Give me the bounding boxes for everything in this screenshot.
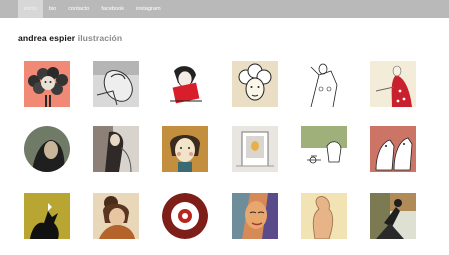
top-navigation-bar: inicio bio contacto facebook instagram xyxy=(0,0,449,18)
red-book-illustration xyxy=(162,61,208,107)
site-title[interactable]: andrea espier ilustración xyxy=(18,33,122,43)
nav-item-instagram[interactable]: instagram xyxy=(130,0,167,18)
hair-bun-illustration xyxy=(93,193,139,239)
gallery-tile-hair-bun[interactable] xyxy=(93,193,139,239)
wolf-silhouette-illustration xyxy=(24,193,70,239)
line-figure-illustration xyxy=(301,61,347,107)
gallery-tile-red-dress[interactable] xyxy=(370,61,416,107)
round-portrait-illustration xyxy=(24,126,70,172)
curly-hair-illustration xyxy=(232,61,278,107)
gallery-tile-wolf-silhouette[interactable] xyxy=(24,193,70,239)
dog-couple-illustration xyxy=(370,126,416,172)
green-room-illustration xyxy=(301,126,347,172)
nav-item-inicio[interactable]: inicio xyxy=(18,0,43,18)
gallery-tile-green-room[interactable] xyxy=(301,126,347,172)
gallery-tile-line-figure[interactable] xyxy=(301,61,347,107)
gallery-tile-rider-collage[interactable] xyxy=(370,193,416,239)
nav-item-bio[interactable]: bio xyxy=(43,0,62,18)
rider-collage-illustration xyxy=(370,193,416,239)
balloons-illustration xyxy=(24,61,70,107)
red-dress-illustration xyxy=(370,61,416,107)
gallery-tile-target-circle[interactable] xyxy=(162,193,208,239)
gallery-tile-dog-couple[interactable] xyxy=(370,126,416,172)
gallery-tile-girl-portrait[interactable] xyxy=(162,126,208,172)
colorful-face-illustration xyxy=(232,193,278,239)
girl-portrait-illustration xyxy=(162,126,208,172)
gallery-tile-nude-figure[interactable] xyxy=(301,193,347,239)
gallery-tile-collage-woman[interactable] xyxy=(93,126,139,172)
gallery-tile-round-portrait[interactable] xyxy=(24,126,70,172)
nav-item-facebook[interactable]: facebook xyxy=(95,0,130,18)
nude-figure-illustration xyxy=(301,193,347,239)
collage-woman-illustration xyxy=(93,126,139,172)
gallery-tile-balloons[interactable] xyxy=(24,61,70,107)
target-circle-illustration xyxy=(162,193,208,239)
gallery-tile-red-book[interactable] xyxy=(162,61,208,107)
site-title-name: andrea espier xyxy=(18,33,76,43)
gallery-tile-colorful-face[interactable] xyxy=(232,193,278,239)
gallery-tile-curly-hair[interactable] xyxy=(232,61,278,107)
main-nav: inicio bio contacto facebook instagram xyxy=(18,0,167,18)
gallery-tile-window-frame[interactable] xyxy=(232,126,278,172)
nav-item-contacto[interactable]: contacto xyxy=(62,0,95,18)
gallery-tile-sketch-woman[interactable] xyxy=(93,61,139,107)
sketch-woman-illustration xyxy=(93,61,139,107)
window-frame-illustration xyxy=(232,126,278,172)
site-title-subtitle: ilustración xyxy=(77,33,123,43)
